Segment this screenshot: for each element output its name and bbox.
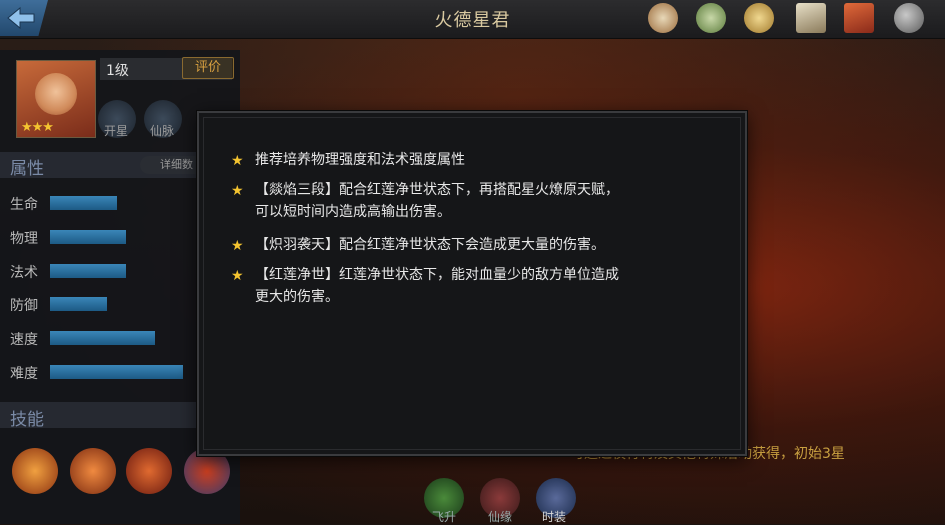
- attr-bar-difficulty: [50, 365, 183, 379]
- costume-label: 时装: [542, 510, 567, 524]
- hero-stars: ★★★: [21, 120, 54, 135]
- hero-portrait[interactable]: ★★★: [16, 60, 96, 138]
- skills-title: 技能: [10, 410, 44, 430]
- tip-text: 推荐培养物理强度和法术强度属性: [255, 152, 465, 168]
- attr-label-hp: 生命: [10, 197, 38, 213]
- star-icon: ★: [231, 268, 244, 284]
- hero-face: [35, 73, 77, 115]
- star-icon: ★: [231, 183, 244, 199]
- attr-bar-defense: [50, 297, 107, 311]
- star-up-label: 开星: [104, 124, 129, 138]
- attr-bar-magic: [50, 264, 126, 278]
- skill-1-icon[interactable]: [12, 448, 58, 494]
- star-icon: ★: [231, 238, 244, 254]
- rate-button[interactable]: 评价: [182, 57, 234, 79]
- paper-scroll-icon[interactable]: [796, 3, 826, 33]
- hero-level: 1级: [106, 63, 129, 79]
- attr-label-speed: 速度: [10, 332, 38, 348]
- rate-label: 评价: [194, 60, 221, 75]
- ascend-label: 飞升: [432, 510, 457, 524]
- search-icon[interactable]: [894, 3, 924, 33]
- attributes-title: 属性: [10, 159, 44, 179]
- tips-modal[interactable]: ★ 推荐培养物理强度和法术强度属性 ★ 【燚焰三段】配合红莲净世状态下，再搭配星…: [197, 111, 747, 456]
- rolled-scroll-icon[interactable]: [696, 3, 726, 33]
- tip-text: 【炽羽袭天】配合红莲净世状态下会造成更大量的伤害。: [255, 237, 605, 253]
- top-bar: 火德星君: [0, 0, 945, 39]
- attr-bar-hp: [50, 196, 117, 210]
- attr-label-magic: 法术: [10, 265, 38, 281]
- coin-icon[interactable]: [744, 3, 774, 33]
- scroll-seal-icon[interactable]: [648, 3, 678, 33]
- attr-label-physical: 物理: [10, 231, 38, 247]
- tip-text: 【燚焰三段】配合红莲净世状态下，再搭配星火燎原天赋， 可以短时间内造成高输出伤害…: [255, 182, 619, 220]
- tip-text: 【红莲净世】红莲净世状态下，能对血量少的敌方单位造成 更大的伤害。: [255, 267, 619, 305]
- skill-3-icon[interactable]: [126, 448, 172, 494]
- skill-2-icon[interactable]: [70, 448, 116, 494]
- attr-bar-speed: [50, 331, 155, 345]
- star-icon: ★: [231, 153, 244, 169]
- book-icon[interactable]: [844, 3, 874, 33]
- attr-bar-physical: [50, 230, 126, 244]
- detail-label: 详细数: [160, 158, 193, 171]
- attr-label-difficulty: 难度: [10, 366, 38, 382]
- attr-label-defense: 防御: [10, 298, 38, 314]
- immortal-vein-label: 仙脉: [150, 124, 175, 138]
- fate-label: 仙缘: [488, 510, 513, 524]
